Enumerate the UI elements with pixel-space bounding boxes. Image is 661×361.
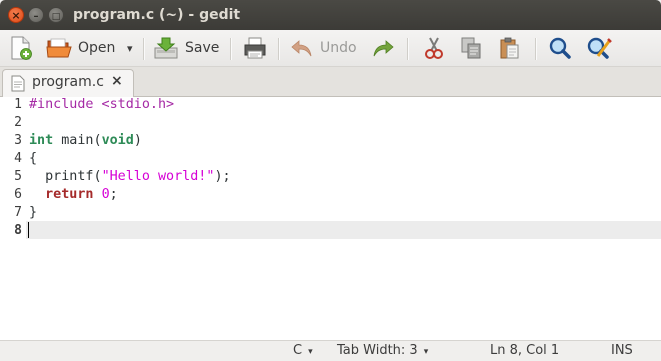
toolbar-separator [143,38,145,60]
undo-button[interactable]: Undo [290,30,357,66]
find-button[interactable] [548,30,572,66]
window-title: program.c (~) - gedit [73,7,241,23]
save-label: Save [185,40,220,56]
search-replace-icon [587,37,612,59]
print-button[interactable] [243,30,267,66]
code-line[interactable]: return 0; [29,187,118,202]
open-recent-dropdown[interactable]: ▾ [127,30,133,66]
code-token: "Hello world!" [101,169,215,184]
code-line[interactable]: { [29,151,37,166]
cut-button[interactable] [423,30,445,66]
redo-arrow-icon [373,40,394,57]
code-token: 0 [101,187,110,202]
line-number: 3 [14,133,22,148]
minimize-icon: – [33,11,39,22]
code-token: } [29,205,38,220]
insert-mode-indicator: INS [611,343,633,358]
code-token: { [29,151,38,166]
search-icon [549,37,571,59]
line-number: 4 [14,151,22,166]
new-document-icon [11,36,32,60]
code-token: main( [53,133,102,148]
code-token: void [101,133,134,148]
cursor-position: Ln 8, Col 1 [490,343,560,358]
text-cursor [28,222,29,238]
maximize-window-button[interactable]: □ [48,7,64,23]
find-replace-button[interactable] [586,30,612,66]
code-token: ) [133,133,142,148]
redo-button[interactable] [371,30,395,66]
toolbar-separator [278,38,280,60]
scissors-icon [425,37,443,59]
line-number: 8 [14,223,22,238]
line-number: 7 [14,205,22,220]
code-token: ; [109,187,118,202]
tab-width-label: Tab Width: 3 [337,343,418,358]
status-bar: C ▾ Tab Width: 3 ▾ Ln 8, Col 1 INS [0,340,661,361]
code-line[interactable]: int main(void) [29,133,142,148]
minimize-window-button[interactable]: – [28,7,44,23]
folder-open-icon [46,38,72,58]
maximize-icon: □ [51,12,61,22]
close-tab-icon[interactable]: × [111,73,123,89]
code-token: ); [214,169,231,184]
printer-icon [244,37,266,59]
new-document-button[interactable] [9,30,33,66]
code-line[interactable]: #include <stdio.h> [29,97,174,112]
chevron-down-icon: ▾ [423,347,429,357]
copy-button[interactable] [460,30,482,66]
toolbar: Open ▾ Save Undo [0,30,661,67]
tab-program-c[interactable]: program.c × [2,69,134,97]
paste-button[interactable] [498,30,520,66]
copy-icon [461,37,481,59]
text-file-icon [11,75,25,92]
toolbar-separator [230,38,232,60]
chevron-down-icon: ▾ [127,41,133,55]
code-token: printf( [29,169,102,184]
toolbar-separator [535,38,537,60]
close-icon: × [11,9,21,22]
chevron-down-icon: ▾ [308,347,313,357]
title-bar[interactable]: × – □ program.c (~) - gedit [0,0,661,30]
tab-label: program.c [32,74,104,90]
undo-label: Undo [320,40,357,56]
line-number: 5 [14,169,22,184]
toolbar-separator [407,38,409,60]
code-line[interactable]: printf("Hello world!"); [29,169,231,184]
undo-arrow-icon [291,40,312,57]
code-editor[interactable]: 1 2 3 4 5 6 7 8 #include <stdio.h> int main(void… [0,97,661,340]
line-number-gutter: 1 2 3 4 5 6 7 8 [0,97,24,340]
line-number: 6 [14,187,22,202]
language-selector[interactable]: C ▾ [293,343,313,358]
save-button[interactable]: Save [153,30,219,66]
tab-width-selector[interactable]: Tab Width: 3 ▾ [337,343,428,358]
open-label: Open [78,40,116,56]
code-token: return [45,187,94,202]
close-window-button[interactable]: × [8,7,24,23]
document-tab-strip: program.c × [0,67,661,97]
save-icon [154,37,178,59]
line-number: 1 [14,97,22,112]
code-line[interactable]: } [29,205,37,220]
open-button[interactable]: Open [46,30,115,66]
language-label: C [293,343,303,358]
paste-icon [500,37,519,59]
gedit-window: × – □ program.c (~) - gedit Open ▾ Save … [0,0,661,361]
line-number: 2 [14,115,22,130]
code-token: int [29,133,54,148]
code-token: #include <stdio.h> [29,97,175,112]
current-line-highlight [26,221,661,239]
